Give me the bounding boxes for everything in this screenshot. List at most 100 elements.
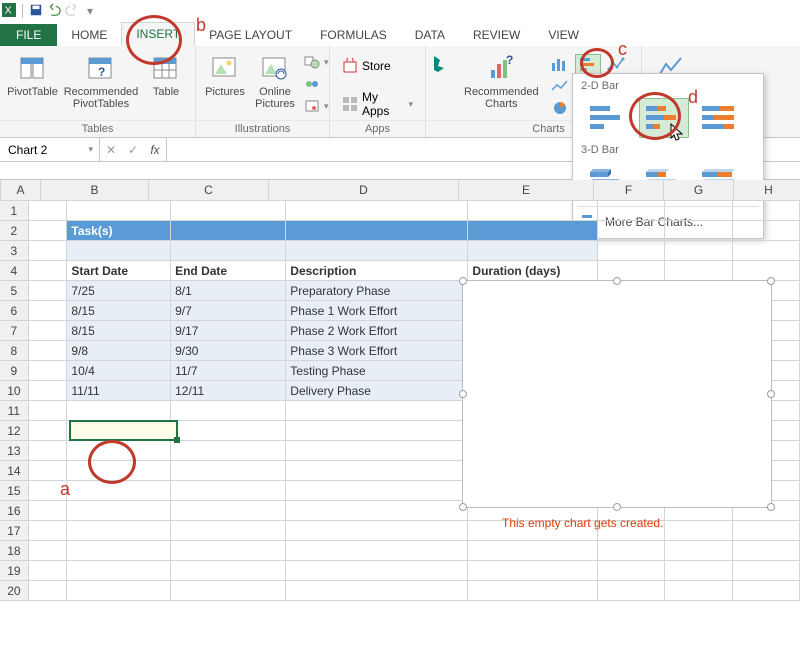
- my-apps-button[interactable]: My Apps ▾: [338, 88, 417, 120]
- shapes-button[interactable]: ▾: [300, 52, 333, 72]
- cell[interactable]: [171, 441, 286, 461]
- cell[interactable]: 9/17: [171, 321, 286, 341]
- cell[interactable]: [29, 401, 68, 421]
- cell[interactable]: [468, 541, 598, 561]
- cell[interactable]: [29, 381, 68, 401]
- row-header[interactable]: 16: [0, 501, 29, 521]
- cell[interactable]: [29, 541, 68, 561]
- cell[interactable]: [733, 541, 800, 561]
- cell[interactable]: Phase 2 Work Effort: [286, 321, 468, 341]
- cell[interactable]: [733, 261, 800, 281]
- cell[interactable]: [171, 201, 286, 221]
- cell[interactable]: [598, 261, 665, 281]
- cell[interactable]: [171, 521, 286, 541]
- worksheet[interactable]: ABCDEFGH 12Task(s)34Start DateEnd DateDe…: [0, 180, 800, 601]
- cell[interactable]: Delivery Phase: [286, 381, 468, 401]
- row-header[interactable]: 9: [0, 361, 29, 381]
- bar-chart-button[interactable]: [575, 54, 601, 74]
- redo-icon[interactable]: [65, 3, 79, 20]
- cell[interactable]: [29, 281, 68, 301]
- cell[interactable]: 8/15: [67, 301, 171, 321]
- row-header[interactable]: 11: [0, 401, 29, 421]
- cell[interactable]: [598, 221, 665, 241]
- cell[interactable]: [286, 421, 468, 441]
- cell[interactable]: [171, 501, 286, 521]
- cell[interactable]: [286, 561, 468, 581]
- cell[interactable]: Start Date: [67, 261, 171, 281]
- cell[interactable]: Preparatory Phase: [286, 281, 468, 301]
- cell[interactable]: [598, 581, 665, 601]
- row-header[interactable]: 10: [0, 381, 29, 401]
- row-header[interactable]: 8: [0, 341, 29, 361]
- cell[interactable]: [67, 201, 171, 221]
- column-header-A[interactable]: A: [1, 180, 41, 200]
- name-box[interactable]: ▾: [0, 138, 100, 161]
- cell[interactable]: [29, 581, 68, 601]
- row-header[interactable]: 20: [0, 581, 29, 601]
- cell[interactable]: [286, 201, 468, 221]
- cell[interactable]: 11/11: [67, 381, 171, 401]
- empty-chart-object[interactable]: [462, 280, 772, 508]
- cell[interactable]: [286, 221, 468, 241]
- tab-view[interactable]: VIEW: [534, 24, 593, 46]
- cell[interactable]: [286, 521, 468, 541]
- tab-page-layout[interactable]: PAGE LAYOUT: [195, 24, 306, 46]
- cell[interactable]: [67, 581, 171, 601]
- cell[interactable]: [67, 481, 171, 501]
- cell[interactable]: [29, 421, 68, 441]
- cell[interactable]: [665, 241, 732, 261]
- cell[interactable]: [29, 361, 68, 381]
- cell[interactable]: [286, 481, 468, 501]
- row-header[interactable]: 17: [0, 521, 29, 541]
- cell[interactable]: End Date: [171, 261, 286, 281]
- cell[interactable]: [468, 221, 598, 241]
- cell[interactable]: Task(s): [67, 221, 171, 241]
- cell[interactable]: Phase 3 Work Effort: [286, 341, 468, 361]
- cell[interactable]: 10/4: [67, 361, 171, 381]
- cell[interactable]: [733, 201, 800, 221]
- cell[interactable]: [67, 441, 171, 461]
- tab-insert[interactable]: INSERT: [121, 22, 195, 46]
- cell[interactable]: [733, 221, 800, 241]
- cell[interactable]: Description: [286, 261, 468, 281]
- undo-icon[interactable]: [47, 3, 61, 20]
- recommended-charts-button[interactable]: ? Recommended Charts: [460, 50, 543, 112]
- row-header[interactable]: 19: [0, 561, 29, 581]
- cell[interactable]: [171, 421, 286, 441]
- cell[interactable]: [665, 261, 732, 281]
- cell[interactable]: 7/25: [67, 281, 171, 301]
- tab-file[interactable]: FILE: [0, 24, 57, 46]
- enter-formula-button[interactable]: ✓: [122, 138, 144, 161]
- column-chart-button[interactable]: [547, 54, 573, 74]
- cell[interactable]: [29, 461, 68, 481]
- cell[interactable]: 9/30: [171, 341, 286, 361]
- cell[interactable]: [29, 321, 68, 341]
- cell[interactable]: [67, 421, 171, 441]
- tab-formulas[interactable]: FORMULAS: [306, 24, 401, 46]
- cell[interactable]: [171, 481, 286, 501]
- clustered-bar-option[interactable]: [583, 98, 633, 138]
- column-header-B[interactable]: B: [41, 180, 149, 200]
- cell[interactable]: [598, 201, 665, 221]
- cell[interactable]: 8/15: [67, 321, 171, 341]
- cell[interactable]: Duration (days): [468, 261, 598, 281]
- cell[interactable]: [598, 561, 665, 581]
- cell[interactable]: [29, 301, 68, 321]
- cell[interactable]: [171, 401, 286, 421]
- name-box-input[interactable]: [6, 142, 66, 158]
- insert-function-button[interactable]: fx: [144, 138, 166, 161]
- cell[interactable]: [29, 201, 68, 221]
- stacked-bar-100-option[interactable]: [695, 98, 745, 138]
- cell[interactable]: Phase 1 Work Effort: [286, 301, 468, 321]
- smartart-button[interactable]: [300, 74, 333, 94]
- cell[interactable]: [171, 581, 286, 601]
- line-chart-button[interactable]: [547, 76, 573, 96]
- row-header[interactable]: 4: [0, 261, 29, 281]
- cell[interactable]: [171, 241, 286, 261]
- row-header[interactable]: 6: [0, 301, 29, 321]
- cell[interactable]: [733, 561, 800, 581]
- cell[interactable]: [29, 261, 68, 281]
- cell[interactable]: [665, 541, 732, 561]
- cell[interactable]: [665, 221, 732, 241]
- column-header-G[interactable]: G: [664, 180, 734, 200]
